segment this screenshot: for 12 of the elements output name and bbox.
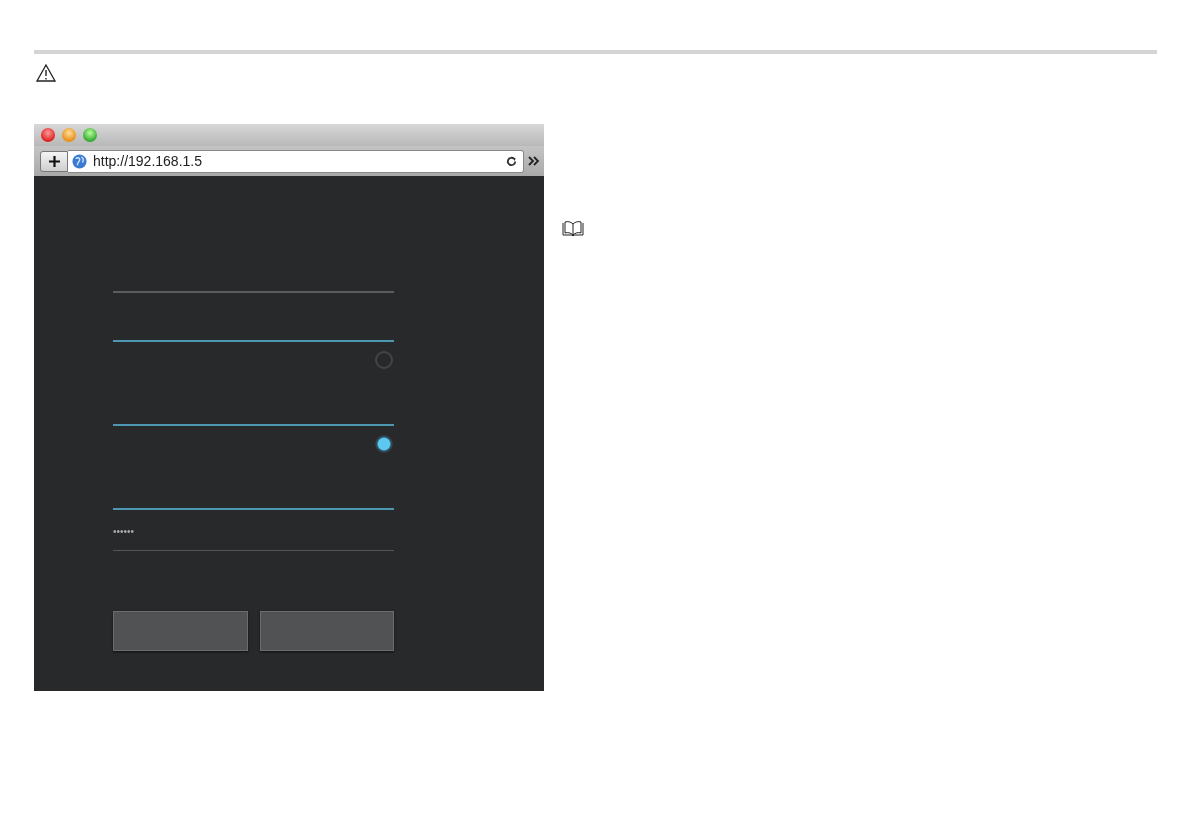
password-field[interactable]: ••••••	[113, 510, 394, 551]
address-bar[interactable]: http://192.168.1.5	[68, 149, 524, 173]
radio-button[interactable]	[375, 435, 393, 453]
book-icon	[562, 221, 584, 237]
url-text: http://192.168.1.5	[93, 153, 203, 169]
chevron-icon[interactable]	[528, 156, 540, 166]
warning-icon	[36, 64, 56, 82]
radio-button[interactable]	[375, 351, 393, 369]
plus-icon	[48, 155, 60, 167]
close-button[interactable]	[41, 128, 55, 142]
new-tab-button[interactable]	[40, 150, 68, 172]
reload-icon[interactable]	[506, 155, 517, 167]
